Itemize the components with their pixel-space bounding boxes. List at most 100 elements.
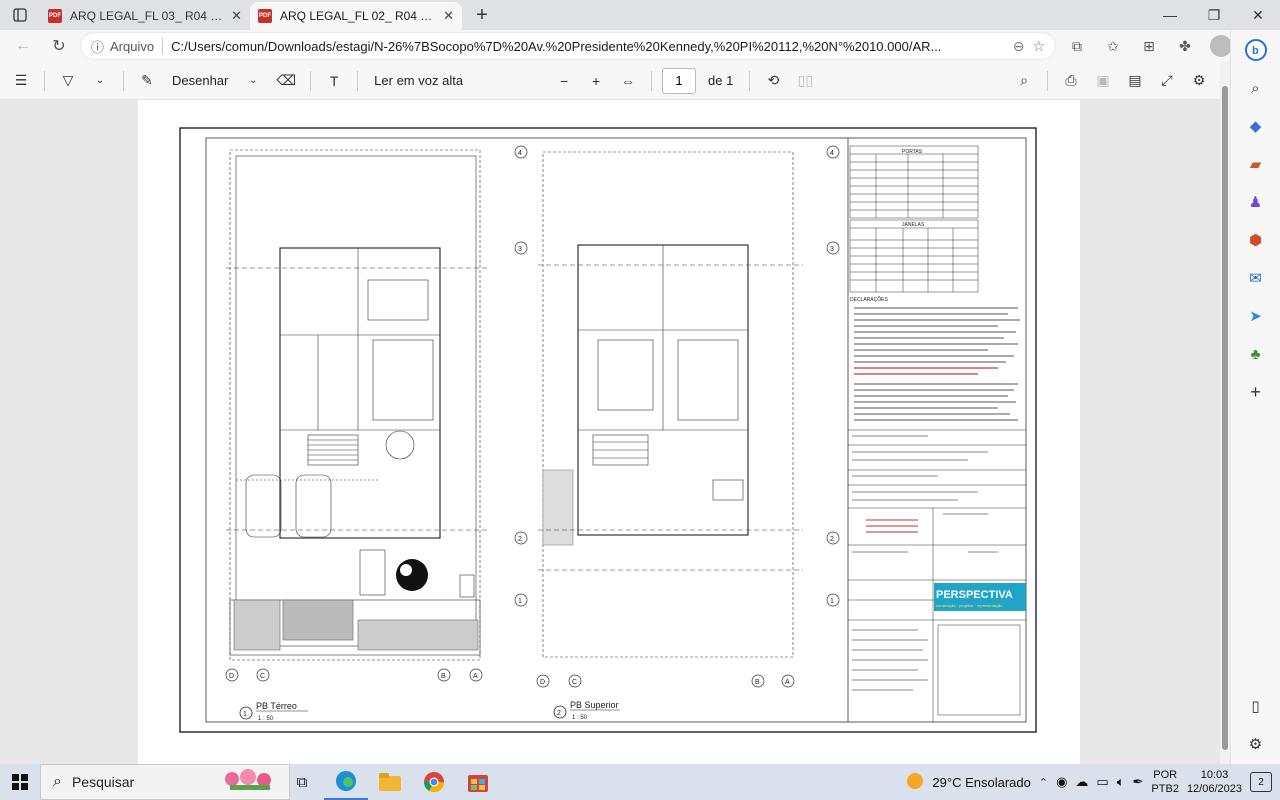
- cloud-icon[interactable]: ☁: [1075, 774, 1088, 790]
- url-text[interactable]: C:/Users/comun/Downloads/estagi/N-26%7BS…: [171, 39, 1005, 54]
- extensions-icon[interactable]: ⧉: [1062, 32, 1092, 60]
- save-as-icon[interactable]: ▤: [1122, 67, 1148, 95]
- search-icon[interactable]: ⌕: [1011, 67, 1037, 95]
- favorites-icon[interactable]: ✩: [1098, 32, 1128, 60]
- svg-text:b: b: [1252, 45, 1259, 57]
- clock[interactable]: 10:03 12/06/2023: [1187, 768, 1242, 796]
- fullscreen-icon[interactable]: ⤢: [1154, 67, 1180, 95]
- plan2-title-block: 2 PB Superior 1 : 50: [553, 700, 620, 721]
- edge-taskbar-icon[interactable]: [324, 764, 368, 800]
- read-aloud-button[interactable]: Ler em voz alta: [368, 73, 469, 88]
- tab-actions-icon: [13, 8, 27, 22]
- chevron-down-icon[interactable]: ⌄: [87, 67, 113, 95]
- tab-arq-legal-fl02[interactable]: PDF ARQ LEGAL_FL 02_ R04 (2).pdf ✕: [250, 2, 462, 30]
- omnibox[interactable]: ⓘ Arquivo C:/Users/comun/Downloads/estag…: [80, 32, 1056, 60]
- tree-icon[interactable]: ♣: [1241, 340, 1271, 368]
- notifications-icon[interactable]: 2: [1250, 772, 1272, 792]
- rotate-icon[interactable]: ⟲: [760, 67, 786, 95]
- games-icon[interactable]: ♟: [1241, 188, 1271, 216]
- two-page-view-icon[interactable]: ▯▯: [792, 67, 818, 95]
- contents-list-icon[interactable]: ☰: [8, 67, 34, 95]
- garden-tree: [396, 559, 428, 591]
- chevron-up-icon[interactable]: ⌃: [1039, 776, 1048, 789]
- lang-line1: POR: [1153, 769, 1178, 781]
- divider: [44, 70, 45, 91]
- scrollbar-thumb[interactable]: [1222, 86, 1228, 750]
- site-info-label: Arquivo: [110, 38, 155, 54]
- page-number-input[interactable]: [662, 67, 697, 94]
- plan2-number: 2: [557, 710, 561, 717]
- pdf-toolbar: ☰ ▽ ⌄ ✎ Desenhar ⌄ ⌫ T Ler em voz alta −…: [0, 62, 1220, 100]
- settings-gear-icon[interactable]: ⚙: [1241, 730, 1271, 758]
- file-explorer-icon[interactable]: [368, 764, 412, 800]
- fit-page-icon[interactable]: ⇔: [615, 67, 641, 95]
- divider: [123, 70, 124, 91]
- add-icon[interactable]: +: [1241, 378, 1271, 406]
- favorite-star-icon[interactable]: ☆: [1032, 38, 1045, 55]
- close-window-button[interactable]: ✕: [1236, 0, 1280, 30]
- chevron-down-icon[interactable]: ⌄: [240, 67, 266, 95]
- window-controls: — ❐ ✕: [1148, 0, 1280, 30]
- pen-icon[interactable]: ✒: [1133, 774, 1144, 790]
- zoom-icon[interactable]: ⊖: [1013, 38, 1025, 55]
- svg-text:D: D: [540, 679, 545, 686]
- office-icon[interactable]: ⬢: [1241, 226, 1271, 254]
- edge-sidebar: b ⌕ ◆ ▰ ♟ ⬢ ✉ ➤ ♣ + ▯ ⚙: [1230, 30, 1280, 764]
- close-tab-icon[interactable]: ✕: [443, 8, 454, 24]
- pdf-file-icon: PDF: [258, 9, 272, 23]
- chrome-icon[interactable]: [412, 764, 456, 800]
- ground-floor-plan: [226, 149, 488, 661]
- declarations-title: DECLARAÇÕES: [850, 296, 888, 303]
- zoom-out-icon[interactable]: −: [551, 67, 577, 95]
- start-button[interactable]: [0, 764, 40, 800]
- refresh-button[interactable]: ↻: [44, 32, 74, 60]
- tools-briefcase-icon[interactable]: ▰: [1241, 150, 1271, 178]
- restore-button[interactable]: ❐: [1192, 0, 1236, 30]
- collections-icon[interactable]: ⊞: [1134, 32, 1164, 60]
- search-icon: ⌕: [53, 773, 62, 790]
- weather-label[interactable]: 29°C Ensolarado: [932, 775, 1030, 790]
- shopping-tag-icon[interactable]: ◆: [1241, 112, 1271, 140]
- site-info-button[interactable]: ⓘ Arquivo: [91, 37, 154, 56]
- bing-copilot-icon[interactable]: b: [1241, 36, 1271, 64]
- avatar: [1210, 35, 1232, 57]
- task-view-icon[interactable]: ⧉: [280, 764, 324, 800]
- settings-gear-icon[interactable]: ⚙: [1186, 67, 1212, 95]
- minimize-button[interactable]: —: [1148, 0, 1192, 30]
- tab-actions-button[interactable]: [0, 0, 40, 30]
- tab-arq-legal-fl03[interactable]: PDF ARQ LEGAL_FL 03_ R04 (1).pdf ✕: [40, 2, 250, 30]
- company-logo-subtitle: construção · projetos · representação: [936, 603, 1003, 608]
- pdf-viewer[interactable]: D C B A 1 PB Térreo 1 : 50 4 4 3 3 2 2 1…: [0, 100, 1220, 764]
- svg-text:A: A: [473, 673, 478, 680]
- extension-puzzle-icon[interactable]: ✤: [1170, 32, 1200, 60]
- vertical-scrollbar[interactable]: [1220, 62, 1230, 764]
- draw-pen-icon[interactable]: ✎: [134, 67, 160, 95]
- save-icon[interactable]: ▣: [1090, 67, 1116, 95]
- send-icon[interactable]: ➤: [1241, 302, 1271, 330]
- print-icon[interactable]: ⎙: [1058, 67, 1084, 95]
- volume-icon[interactable]: 🔈︎: [1117, 774, 1125, 790]
- network-icon[interactable]: ▭: [1096, 774, 1108, 790]
- grid-markers-ground: D C B A: [225, 668, 483, 682]
- sidebar-toggle-icon[interactable]: ▯: [1241, 692, 1271, 720]
- back-button[interactable]: ←: [8, 32, 38, 60]
- notification-count-badge: 2: [1258, 776, 1264, 788]
- eraser-icon[interactable]: ⌫: [272, 67, 300, 95]
- highlight-icon[interactable]: ▽: [55, 67, 81, 95]
- upper-floor-plan: [538, 151, 803, 658]
- outlook-icon[interactable]: ✉: [1241, 264, 1271, 292]
- store-app-icon[interactable]: [456, 764, 500, 800]
- close-tab-icon[interactable]: ✕: [231, 8, 242, 24]
- zoom-in-icon[interactable]: +: [583, 67, 609, 95]
- input-language-indicator[interactable]: POR PTB2: [1151, 768, 1179, 796]
- text-box-icon[interactable]: T: [321, 67, 347, 95]
- search-icon[interactable]: ⌕: [1241, 74, 1271, 102]
- browser-tray-icon[interactable]: ◉: [1056, 774, 1067, 790]
- doors-table-title: PORTAS: [902, 149, 923, 155]
- svg-text:C: C: [260, 673, 265, 680]
- system-tray: 29°C Ensolarado ⌃ ◉ ☁ ▭ 🔈︎ ✒ POR PTB2 10…: [906, 768, 1280, 796]
- new-tab-button[interactable]: +: [462, 0, 502, 30]
- draw-button[interactable]: Desenhar: [166, 73, 234, 88]
- plan1-title-block: 1 PB Térreo 1 : 50: [239, 701, 308, 722]
- svg-text:B: B: [441, 673, 446, 680]
